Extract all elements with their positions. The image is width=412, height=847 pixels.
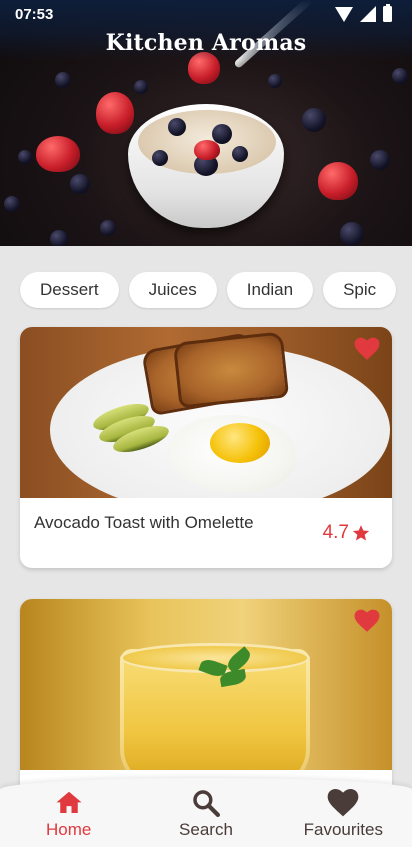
recipe-title: Avocado Toast with Omelette [34,513,254,532]
nav-favourites-label: Favourites [303,820,383,839]
status-bar: 07:53 [0,0,412,30]
nav-search[interactable]: Search [137,778,274,847]
home-icon [56,791,82,813]
nav-search-label: Search [179,820,233,839]
favourite-heart-icon[interactable] [354,337,380,361]
recipe-image [20,599,392,770]
nav-home-label: Home [45,820,92,839]
battery-icon [383,4,392,22]
nav-favourites[interactable]: Favourites [275,778,412,847]
bottom-nav: Home Search Favourites [0,778,412,847]
header-image: Kitchen Aromas [0,0,412,246]
chip-juices[interactable]: Juices [128,272,217,308]
app-title: Kitchen Aromas [105,30,307,56]
chip-indian[interactable]: Indian [226,272,314,308]
recipe-card[interactable]: Avocado Toast with Omelette 4.7 [20,327,392,568]
nav-home[interactable]: Home [0,778,137,847]
recipe-image [20,327,392,498]
star-icon [352,525,370,541]
category-chips[interactable]: Dessert Juices Indian Spic [20,272,397,308]
status-time: 07:53 [15,6,54,23]
chip-dessert[interactable]: Dessert [20,272,119,308]
favourite-heart-icon[interactable] [354,609,380,633]
signal-icon [360,6,376,22]
heart-icon [327,789,359,817]
recipe-card[interactable]: M [20,599,392,799]
rating-value: 4.7 [322,522,349,543]
chip-spicy[interactable]: Spic [323,272,397,308]
search-icon [193,790,220,817]
wifi-icon [335,6,353,22]
status-icons [335,4,392,22]
recipe-rating: 4.7 [323,522,370,544]
